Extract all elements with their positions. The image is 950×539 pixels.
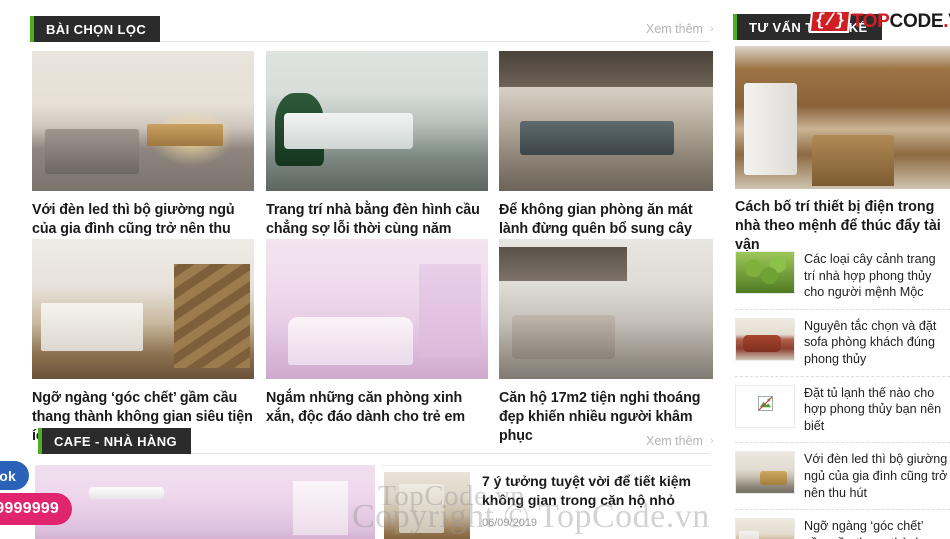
sidebar-list-item[interactable]: Các loại cây cảnh trang trí nhà hợp phon… (735, 243, 950, 310)
featured-see-more-label: Xem thêm (646, 22, 703, 36)
cafe-header-rule (191, 453, 710, 454)
featured-card[interactable]: Căn hộ 17m2 tiện nghi thoáng đẹp khiến n… (499, 239, 713, 446)
cafe-see-more-label: Xem thêm (646, 434, 703, 448)
sidebar-column: TƯ VẤN THIẾT KẾ Cách bố trí thiết bị điệ… (733, 0, 950, 539)
cafe-section-tag: CAFE - NHÀ HÀNG (38, 428, 191, 454)
green-plants-image (736, 252, 794, 293)
led-bedroom-image (736, 452, 794, 494)
sidebar-list-item[interactable]: Đặt tủ lạnh thế nào cho hợp phong thủy b… (735, 377, 950, 444)
sidebar-list-item[interactable]: Với đèn led thì bộ giường ngủ của gia đì… (735, 443, 950, 511)
card-thumbnail[interactable] (499, 51, 713, 191)
featured-card[interactable]: Ngỡ ngàng ‘góc chết’ gầm cầu thang thành… (32, 239, 254, 446)
dining-room-with-plant-image (266, 51, 488, 191)
cafe-article-thumbnail[interactable] (384, 472, 470, 539)
card-title: Ngắm những căn phòng xinh xắn, độc đáo d… (266, 390, 465, 425)
topcode-logo: {/} TOP CODE . VN (808, 10, 950, 33)
sidebar-item-title: Với đèn led thì bộ giường ngủ của gia đì… (804, 452, 948, 500)
card-thumbnail[interactable] (266, 51, 488, 191)
red-sofa-image (736, 318, 794, 360)
cafe-feature-thumbnail[interactable] (35, 465, 375, 539)
featured-section-tag: BÀI CHỌN LỌC (30, 16, 161, 42)
small-apartment-image (499, 239, 713, 379)
sidebar-item-list: Các loại cây cảnh trang trí nhà hợp phon… (735, 243, 950, 539)
sidebar-item-thumbnail[interactable] (735, 451, 795, 495)
cafe-section-header: CAFE - NHÀ HÀNG (38, 428, 710, 454)
phone-float-button[interactable]: 9999999 (0, 493, 72, 525)
logo-code-text: CODE (889, 10, 944, 32)
card-thumbnail[interactable] (499, 239, 713, 379)
featured-header-rule (160, 41, 710, 42)
wooden-kitchen-image (735, 46, 950, 189)
card-thumbnail[interactable] (32, 239, 254, 379)
sidebar-item-thumbnail[interactable] (735, 518, 795, 539)
sidebar-item-title: Ngỡ ngàng ‘góc chết’ gầm cầu thang thành… (804, 519, 924, 539)
sidebar-item-title: Đặt tủ lạnh thế nào cho hợp phong thủy b… (804, 385, 942, 433)
featured-see-more-link[interactable]: Xem thêm › (646, 22, 714, 36)
page-root: BÀI CHỌN LỌC Xem thêm › Với đèn led thì … (0, 0, 950, 539)
card-thumbnail[interactable] (32, 51, 254, 191)
sidebar-item-thumbnail[interactable] (735, 384, 795, 428)
cafe-article-date: 06/09/2019 (482, 517, 538, 529)
featured-card[interactable]: Trang trí nhà bằng đèn hình cầu chẳng sợ… (266, 51, 488, 258)
sidebar-item-title: Nguyên tắc chọn và đặt sofa phòng khách … (804, 318, 937, 366)
phone-float-label: 9999999 (0, 500, 59, 517)
cafe-article-title: 7 ý tưởng tuyệt vời để tiết kiệm không g… (482, 473, 691, 508)
bedroom-interior-image (32, 51, 254, 191)
card-thumbnail[interactable] (266, 239, 488, 379)
stair-storage-image (32, 239, 254, 379)
pink-kids-room-image (266, 239, 488, 379)
facebook-float-button[interactable]: ook (0, 461, 29, 490)
broken-image-icon (757, 396, 773, 416)
cafe-content-divider (381, 465, 711, 466)
cafe-article-item[interactable]: 7 ý tưởng tuyệt vời để tiết kiệm không g… (384, 472, 710, 539)
featured-section-header: BÀI CHỌN LỌC (30, 16, 710, 42)
sidebar-item-thumbnail[interactable] (735, 317, 795, 361)
facebook-float-label: ook (0, 467, 16, 484)
sidebar-list-item[interactable]: Nguyên tắc chọn và đặt sofa phòng khách … (735, 310, 950, 377)
pink-cafe-room-image (35, 465, 375, 539)
closet-apartment-image (384, 472, 470, 539)
kitchen-dining-table-image (499, 51, 713, 191)
featured-card[interactable]: Để không gian phòng ăn mát lành đừng quê… (499, 51, 713, 258)
chevron-right-icon: › (709, 435, 714, 447)
cafe-see-more-link[interactable]: Xem thêm › (646, 434, 714, 448)
sidebar-list-item[interactable]: Ngỡ ngàng ‘góc chết’ gầm cầu thang thành… (735, 510, 950, 539)
sidebar-item-thumbnail[interactable] (735, 251, 795, 294)
hallway-stairs-image (736, 519, 794, 539)
sidebar-item-title: Các loại cây cảnh trang trí nhà hợp phon… (804, 252, 936, 300)
code-brace-icon: {/} (808, 10, 851, 33)
featured-card[interactable]: Ngắm những căn phòng xinh xắn, độc đáo d… (266, 239, 488, 427)
featured-card[interactable]: Với đèn led thì bộ giường ngủ của gia đì… (32, 51, 254, 258)
sidebar-hero-thumbnail[interactable] (735, 46, 950, 189)
logo-top-text: TOP (851, 10, 890, 32)
chevron-right-icon: › (709, 23, 714, 35)
